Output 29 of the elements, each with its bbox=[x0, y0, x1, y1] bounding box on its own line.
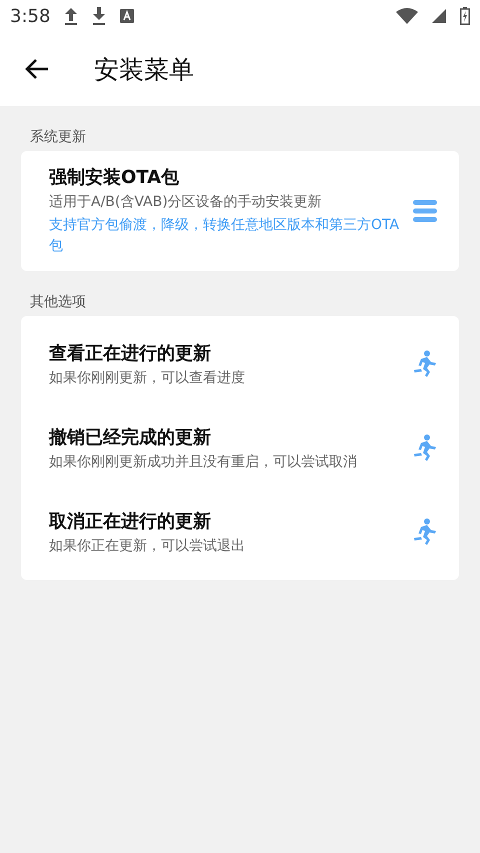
item-note: 支持官方包偷渡，降级，转换任意地区版本和第三方OTA包 bbox=[49, 216, 400, 256]
running-person-icon bbox=[413, 434, 437, 462]
app-notification-icon bbox=[120, 9, 134, 23]
battery-icon bbox=[460, 7, 470, 25]
menu-item[interactable]: 强制安装OTA包 适用于A/B(含VAB)分区设备的手动安装更新 支持官方包偷渡，降级，转换任意地区版本和第三方OTA包 bbox=[21, 157, 459, 265]
back-button[interactable] bbox=[24, 58, 50, 80]
menu-item[interactable]: 查看正在进行的更新 如果你刚刚更新，可以查看进度 bbox=[21, 322, 459, 406]
item-title: 查看正在进行的更新 bbox=[49, 342, 212, 365]
menu-item[interactable]: 取消正在进行的更新 如果你正在更新，可以尝试退出 bbox=[21, 490, 459, 574]
item-subtitle: 如果你刚刚更新成功并且没有重启，可以尝试取消 bbox=[49, 453, 358, 471]
section-header: 其他选项 bbox=[29, 293, 87, 312]
upload-icon bbox=[64, 7, 78, 25]
menu-item[interactable]: 撤销已经完成的更新 如果你刚刚更新成功并且没有重启，可以尝试取消 bbox=[21, 406, 459, 490]
item-title: 取消正在进行的更新 bbox=[49, 510, 212, 533]
item-subtitle: 如果你正在更新，可以尝试退出 bbox=[49, 537, 246, 555]
item-title: 强制安装OTA包 bbox=[49, 166, 180, 189]
item-subtitle: 适用于A/B(含VAB)分区设备的手动安装更新 bbox=[49, 193, 323, 211]
item-subtitle: 如果你刚刚更新，可以查看进度 bbox=[49, 369, 246, 387]
download-icon bbox=[92, 7, 106, 25]
signal-icon bbox=[432, 9, 446, 23]
running-person-icon bbox=[413, 518, 437, 546]
section-header: 系统更新 bbox=[29, 128, 87, 147]
wifi-icon bbox=[396, 8, 418, 24]
page-title: 安装菜单 bbox=[94, 54, 194, 86]
running-person-icon bbox=[413, 350, 437, 378]
item-title: 撤销已经完成的更新 bbox=[49, 426, 212, 449]
back-arrow-icon bbox=[24, 58, 50, 80]
menu-icon bbox=[413, 200, 437, 222]
status-time: 3:58 bbox=[10, 6, 50, 26]
